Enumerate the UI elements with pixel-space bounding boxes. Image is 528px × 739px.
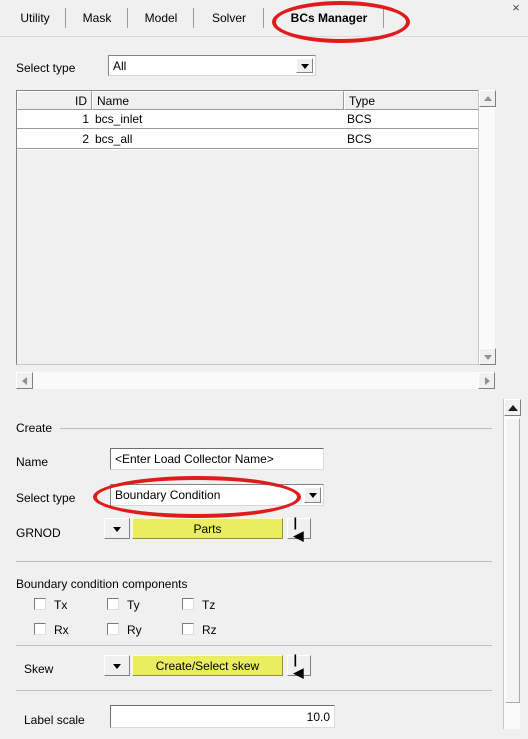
table-header-type[interactable]: Type	[344, 91, 494, 110]
checkbox-ry[interactable]	[107, 623, 119, 635]
checkbox-tx-label: Tx	[54, 598, 68, 612]
create-group-title: Create	[16, 421, 57, 435]
table-cell-type: BCS	[347, 132, 372, 146]
table-cell-type: BCS	[347, 112, 372, 126]
tab-utility-label: Utility	[20, 11, 50, 25]
table-scroll-up-button[interactable]	[479, 90, 496, 107]
skew-reset-button[interactable]: |◀	[287, 651, 311, 680]
create-select-type-value: Boundary Condition	[115, 488, 221, 502]
chevron-down-icon	[308, 493, 317, 498]
chevron-down-icon	[113, 526, 121, 532]
components-group-divider	[16, 561, 492, 562]
name-input-value: <Enter Load Collector Name>	[115, 452, 274, 466]
arrow-up-icon	[507, 404, 518, 411]
form-scrollbar-thumb[interactable]	[505, 418, 520, 703]
label-scale-group-divider	[16, 690, 492, 691]
tab-underline	[0, 36, 528, 37]
rewind-icon: |◀	[293, 651, 304, 680]
checkbox-ty-label: Ty	[127, 598, 140, 612]
checkbox-rz-label: Rz	[202, 623, 217, 637]
select-type-filter-value: All	[113, 58, 127, 73]
table-header-id[interactable]: ID	[17, 91, 92, 110]
create-select-skew-button[interactable]: Create/Select skew	[132, 655, 283, 676]
entity-type-label: GRNOD	[16, 526, 61, 540]
label-scale-label: Label scale	[24, 713, 85, 727]
rewind-icon: |◀	[293, 514, 304, 543]
label-scale-value: 10.0	[306, 709, 330, 724]
table-scroll-down-button[interactable]	[479, 348, 496, 365]
skew-group-divider	[16, 645, 492, 646]
parts-select-button-label: Parts	[193, 521, 222, 536]
table-vertical-scrollbar[interactable]	[478, 90, 496, 365]
parts-select-button[interactable]: Parts	[132, 518, 283, 539]
checkbox-ty[interactable]	[107, 598, 119, 610]
skew-dropdown-button[interactable]	[104, 655, 130, 676]
arrow-left-icon	[21, 376, 27, 385]
name-input[interactable]: <Enter Load Collector Name>	[110, 448, 324, 470]
table-row[interactable]: 2 bcs_all BCS	[17, 130, 494, 149]
checkbox-tz-label: Tz	[202, 598, 216, 612]
tab-bcs-manager-label: BCs Manager	[290, 11, 368, 25]
bcs-manager-panel: × Utility Mask Model Solver BCs Manager …	[0, 0, 528, 739]
create-select-type-combo[interactable]: Boundary Condition	[110, 484, 324, 506]
create-select-type-label: Select type	[16, 491, 76, 505]
checkbox-rx-label: Rx	[54, 623, 69, 637]
skew-label: Skew	[24, 662, 54, 676]
tab-solver-label: Solver	[211, 11, 246, 25]
create-group-divider	[60, 428, 492, 429]
create-select-skew-button-label: Create/Select skew	[155, 658, 260, 673]
table-header-row: ID Name Type	[17, 91, 494, 110]
checkbox-tz[interactable]	[182, 598, 194, 610]
name-label: Name	[16, 455, 49, 469]
label-scale-input[interactable]: 10.0	[110, 705, 335, 728]
create-select-type-arrow-button[interactable]	[304, 487, 321, 503]
table-header-name[interactable]: Name	[92, 91, 344, 110]
table-cell-name: bcs_all	[95, 132, 133, 146]
select-type-filter-arrow-button[interactable]	[296, 58, 313, 73]
checkbox-tx[interactable]	[34, 598, 46, 610]
tab-separator	[263, 8, 264, 28]
select-type-filter-label: Select type	[16, 61, 76, 75]
table-cell-name: bcs_inlet	[95, 112, 143, 126]
tab-model[interactable]: Model	[128, 6, 194, 30]
components-title: Boundary condition components	[16, 577, 188, 591]
tab-bar: Utility Mask Model Solver BCs Manager	[0, 6, 528, 37]
arrow-right-icon	[484, 376, 490, 385]
tab-mask[interactable]: Mask	[66, 6, 128, 30]
tab-bcs-manager[interactable]: BCs Manager	[274, 6, 384, 30]
entity-reset-button[interactable]: |◀	[287, 514, 311, 543]
select-type-filter-combo[interactable]: All	[108, 55, 316, 76]
tab-solver[interactable]: Solver	[194, 6, 264, 30]
tab-model-label: Model	[144, 11, 178, 25]
table-cell-id: 1	[82, 112, 89, 126]
tab-separator	[383, 8, 384, 28]
chevron-down-icon	[300, 63, 309, 69]
entity-dropdown-button[interactable]	[104, 518, 130, 539]
table-empty-area	[17, 150, 494, 364]
form-scroll-up-button[interactable]	[504, 399, 521, 416]
table-row[interactable]: 1 bcs_inlet BCS	[17, 110, 494, 129]
table-cell-id: 2	[82, 132, 89, 146]
checkbox-rx[interactable]	[34, 623, 46, 635]
checkbox-rz[interactable]	[182, 623, 194, 635]
tab-utility[interactable]: Utility	[4, 6, 66, 30]
tab-mask-label: Mask	[82, 11, 112, 25]
arrow-up-icon	[483, 95, 492, 101]
checkbox-ry-label: Ry	[127, 623, 142, 637]
chevron-down-icon	[113, 663, 121, 669]
table-scroll-right-button[interactable]	[478, 372, 495, 389]
bcs-table: ID Name Type 1 bcs_inlet BCS 2 bcs_all B…	[16, 90, 495, 365]
table-scroll-left-button[interactable]	[16, 372, 33, 389]
arrow-down-icon	[483, 354, 492, 360]
table-horizontal-scrollbar[interactable]	[16, 372, 495, 389]
form-vertical-scrollbar[interactable]	[503, 399, 521, 729]
